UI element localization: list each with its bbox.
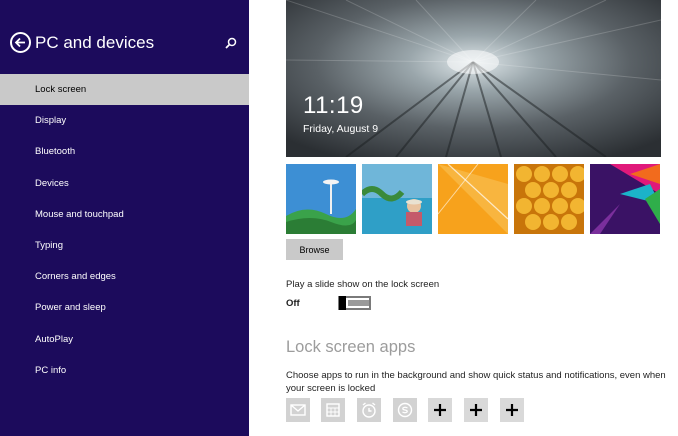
sidebar-item-devices[interactable]: Devices xyxy=(0,168,249,199)
toggle-knob xyxy=(339,296,346,310)
sidebar-item-power-and-sleep[interactable]: Power and sleep xyxy=(0,292,249,323)
sidebar-header: PC and devices xyxy=(10,31,240,57)
sidebar: PC and devices Lock screen Display Bluetoo… xyxy=(0,0,249,436)
sidebar-title: PC and devices xyxy=(35,33,155,52)
thumbnail-space-needle[interactable] xyxy=(286,164,356,234)
thumbnail-geometric[interactable] xyxy=(590,164,660,234)
sidebar-item-pc-info[interactable]: PC info xyxy=(0,355,249,386)
alarm-icon[interactable] xyxy=(357,398,381,422)
calendar-icon[interactable] xyxy=(321,398,345,422)
sidebar-item-display[interactable]: Display xyxy=(0,105,249,136)
lock-screen-preview: 11:19 Friday, August 9 xyxy=(286,0,661,157)
add-icon xyxy=(506,404,518,416)
slideshow-label: Play a slide show on the lock screen xyxy=(286,279,440,290)
sidebar-item-typing[interactable]: Typing xyxy=(0,230,249,261)
lock-date: Friday, August 9 xyxy=(303,123,379,135)
mail-icon[interactable] xyxy=(286,398,310,422)
add-app-button-1[interactable] xyxy=(428,398,452,422)
lock-time: 11:19 xyxy=(303,92,364,119)
add-icon xyxy=(434,404,446,416)
back-arrow-icon[interactable] xyxy=(10,32,31,53)
lock-screen-apps-description: Choose apps to run in the background and… xyxy=(286,370,666,394)
thumbnail-pool[interactable] xyxy=(362,164,432,234)
toggle-track xyxy=(348,300,369,306)
add-icon xyxy=(470,404,482,416)
sidebar-item-autoplay[interactable]: AutoPlay xyxy=(0,324,249,355)
sidebar-item-lock-screen[interactable]: Lock screen xyxy=(0,74,249,106)
add-app-button-2[interactable] xyxy=(464,398,488,422)
sidebar-item-bluetooth[interactable]: Bluetooth xyxy=(0,136,249,167)
search-icon[interactable] xyxy=(224,36,238,50)
lock-screen-apps-title: Lock screen apps xyxy=(286,338,416,356)
main-content: 11:19 Friday, August 9 Browse Play a sli… xyxy=(249,0,678,436)
thumbnail-orange-abstract[interactable] xyxy=(438,164,508,234)
browse-button[interactable]: Browse xyxy=(286,239,343,260)
slideshow-toggle-state: Off xyxy=(286,298,300,309)
sidebar-item-mouse-and-touchpad[interactable]: Mouse and touchpad xyxy=(0,199,249,230)
skype-icon[interactable] xyxy=(393,398,417,422)
sidebar-item-corners-and-edges[interactable]: Corners and edges xyxy=(0,261,249,292)
sidebar-nav: Lock screen Display Bluetooth Devices Mouse … xyxy=(0,74,249,386)
slideshow-toggle[interactable] xyxy=(338,296,371,310)
add-app-button-3[interactable] xyxy=(500,398,524,422)
thumbnail-honeycomb[interactable] xyxy=(514,164,584,234)
